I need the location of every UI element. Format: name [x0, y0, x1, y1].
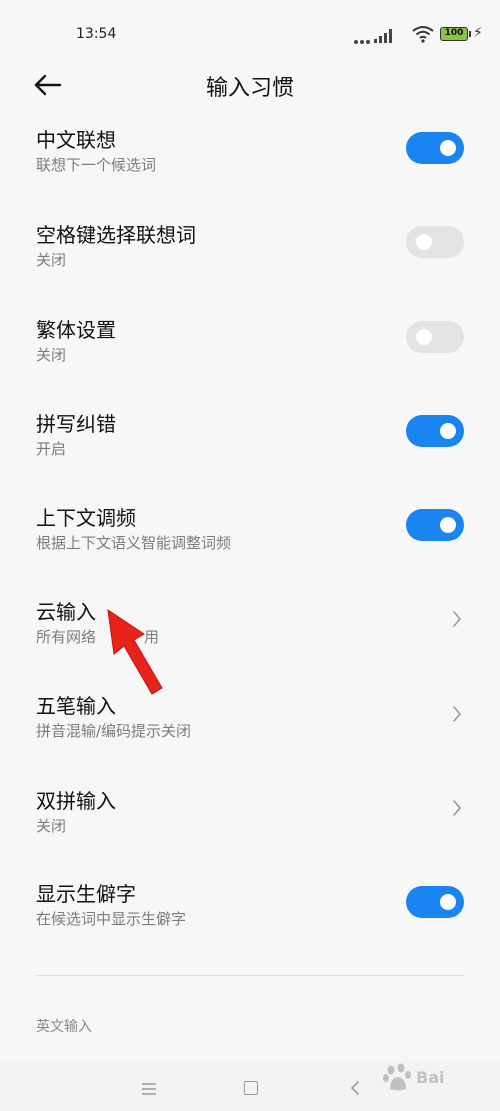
setting-traditional-chinese[interactable]: 繁体设置 关闭 [0, 314, 500, 408]
chevron-right-icon [453, 706, 461, 722]
toggle-knob [440, 894, 456, 910]
nav-back-icon[interactable] [350, 1080, 360, 1096]
setting-subtitle-tail: 用 [144, 628, 160, 646]
toggle-knob [440, 423, 456, 439]
paw-logo-icon [383, 1063, 411, 1091]
home-icon[interactable] [244, 1081, 258, 1095]
watermark-text: Bai [416, 1068, 445, 1087]
setting-subtitle: 所有网络 [36, 628, 97, 646]
setting-subtitle: 关闭 [36, 251, 67, 269]
chevron-right-icon [453, 611, 461, 627]
setting-cloud-input[interactable]: 云输入 所有网络 用 [0, 596, 500, 690]
wifi-icon [412, 26, 434, 43]
setting-subtitle: 拼音混输/编码提示关闭 [36, 722, 192, 740]
setting-subtitle: 在候选词中显示生僻字 [36, 910, 187, 928]
context-frequency-toggle[interactable] [406, 509, 464, 541]
menu-icon[interactable] [142, 1083, 156, 1095]
chevron-right-icon [453, 800, 461, 816]
toggle-knob [416, 234, 432, 250]
toggle-knob [416, 329, 432, 345]
chinese-association-toggle[interactable] [406, 132, 464, 164]
baidu-watermark: Bai [380, 1058, 496, 1098]
setting-chinese-association[interactable]: 中文联想 联想下一个候选词 [0, 124, 500, 218]
battery-icon: 100 [440, 27, 471, 41]
setting-double-pinyin[interactable]: 双拼输入 关闭 [0, 785, 500, 879]
space-select-association-toggle[interactable] [406, 226, 464, 258]
more-dots-icon [354, 31, 374, 44]
toggle-knob [440, 140, 456, 156]
rare-characters-toggle[interactable] [406, 886, 464, 918]
traditional-chinese-toggle[interactable] [406, 321, 464, 353]
divider [36, 975, 464, 976]
spell-correction-toggle[interactable] [406, 415, 464, 447]
status-bar: 13:54 100 ⚡ [0, 0, 500, 60]
charging-icon: ⚡ [473, 25, 483, 41]
setting-spell-correction[interactable]: 拼写纠错 开启 [0, 408, 500, 502]
setting-title: 中文联想 [36, 128, 116, 152]
setting-rare-characters[interactable]: 显示生僻字 在候选词中显示生僻字 [0, 878, 500, 972]
signal-icon [374, 27, 396, 43]
toggle-knob [440, 517, 456, 533]
setting-space-select-association[interactable]: 空格键选择联想词 关闭 [0, 219, 500, 313]
setting-title: 拼写纠错 [36, 412, 116, 436]
setting-context-frequency[interactable]: 上下文调频 根据上下文语义智能调整词频 [0, 502, 500, 596]
setting-subtitle: 联想下一个候选词 [36, 156, 157, 174]
setting-title: 上下文调频 [36, 506, 136, 530]
setting-subtitle: 根据上下文语义智能调整词频 [36, 534, 232, 552]
setting-title: 空格键选择联想词 [36, 223, 196, 247]
section-header-english-input: 英文输入 [36, 1019, 92, 1035]
setting-title: 云输入 [36, 600, 96, 624]
setting-title: 显示生僻字 [36, 882, 136, 906]
header: 输入习惯 [0, 60, 500, 110]
setting-subtitle: 关闭 [36, 346, 67, 364]
setting-title: 繁体设置 [36, 318, 116, 342]
setting-title: 五笔输入 [36, 694, 116, 718]
setting-subtitle: 关闭 [36, 817, 67, 835]
setting-wubi-input[interactable]: 五笔输入 拼音混输/编码提示关闭 [0, 690, 500, 784]
status-time: 13:54 [76, 26, 117, 42]
page-title: 输入习惯 [205, 76, 294, 101]
setting-subtitle: 开启 [36, 440, 67, 458]
setting-title: 双拼输入 [36, 789, 116, 813]
